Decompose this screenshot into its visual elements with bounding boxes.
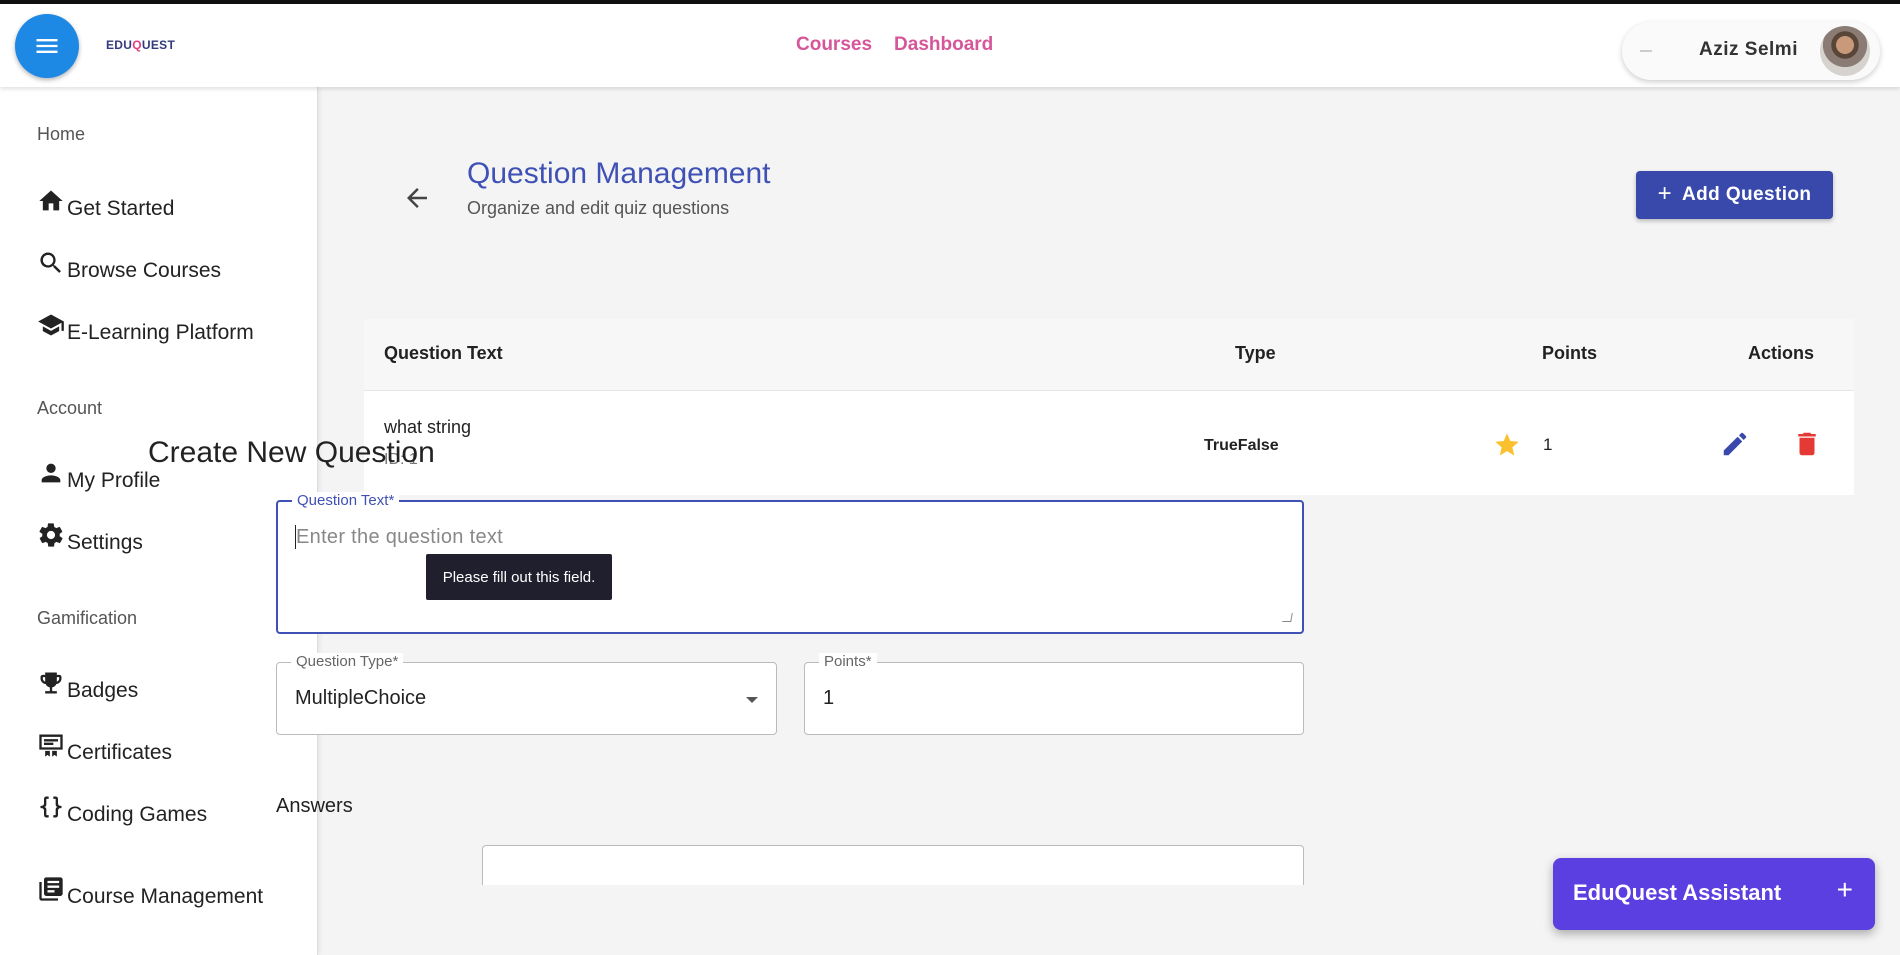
assistant-label: EduQuest Assistant — [1573, 880, 1782, 905]
nav-dashboard-link[interactable]: Dashboard — [894, 34, 993, 56]
app-logo[interactable]: EDUQUEST — [106, 38, 175, 52]
nav-courses-link[interactable]: Courses — [796, 34, 872, 56]
eduquest-assistant-button[interactable]: EduQuest Assistant + — [1553, 858, 1875, 930]
page-title: Question Management — [467, 157, 771, 190]
dropdown-arrow-icon[interactable] — [746, 697, 758, 703]
sidebar: Home Get Started Browse Courses E-Learni… — [0, 87, 318, 955]
add-question-button[interactable]: + Add Question — [1636, 171, 1833, 219]
sidebar-item-certificates[interactable]: Certificates — [37, 731, 172, 765]
column-header-question-text[interactable]: Question Text — [384, 343, 503, 364]
edit-icon[interactable] — [1720, 429, 1750, 459]
logo-q: Q — [132, 38, 142, 52]
hamburger-menu-icon — [36, 39, 58, 53]
sidebar-section-home: Home — [37, 124, 86, 144]
sidebar-item-label: Certificates — [67, 741, 173, 764]
library-books-icon — [39, 877, 63, 901]
table-row[interactable]: what string ID: 1 TrueFalse 1 — [364, 391, 1854, 495]
column-header-points[interactable]: Points — [1542, 343, 1597, 364]
sidebar-item-badges[interactable]: Badges — [37, 669, 138, 703]
points-value: 1 — [823, 687, 835, 709]
logo-suffix: UEST — [141, 38, 176, 52]
star-icon — [1495, 433, 1519, 456]
table-header: Question Text Type Points Actions — [364, 319, 1854, 391]
sidebar-section-account: Account — [37, 398, 103, 418]
user-name: Aziz Selmi — [1699, 39, 1798, 60]
sidebar-item-get-started[interactable]: Get Started — [37, 187, 174, 221]
add-question-label: Add Question — [1682, 184, 1812, 205]
points-label: Points* — [819, 653, 877, 671]
person-icon — [41, 463, 61, 483]
trophy-icon — [40, 672, 62, 694]
answer-input-field[interactable] — [482, 845, 1304, 885]
delete-icon[interactable] — [1792, 429, 1822, 459]
user-menu[interactable]: Aziz Selmi — [1622, 22, 1880, 80]
points-field[interactable]: Points* 1 — [804, 653, 1304, 735]
page-subtitle: Organize and edit quiz questions — [467, 198, 730, 218]
avatar[interactable] — [1820, 26, 1870, 76]
sidebar-item-settings[interactable]: Settings — [37, 521, 143, 555]
top-nav: Courses Dashboard — [796, 34, 993, 56]
app-header: EDUQUEST Courses Dashboard Aziz Selmi — [0, 4, 1900, 87]
logo-prefix: EDU — [106, 38, 133, 52]
questions-table: Question Text Type Points Actions what s… — [364, 319, 1854, 495]
sidebar-item-label: Badges — [67, 679, 139, 702]
code-braces-icon — [40, 796, 62, 818]
sidebar-item-course-management[interactable]: Course Management — [37, 875, 263, 909]
create-question-title: Create New Question — [148, 436, 435, 469]
search-icon — [40, 252, 61, 273]
validation-tooltip: Please fill out this field. — [426, 554, 612, 600]
sidebar-item-my-profile[interactable]: My Profile — [37, 459, 160, 493]
sidebar-item-label: My Profile — [67, 469, 161, 492]
question-text-placeholder: Enter the question text — [296, 526, 504, 548]
question-points-cell: 1 — [1543, 435, 1553, 454]
column-header-type[interactable]: Type — [1235, 343, 1276, 364]
question-text-cell: what string — [384, 417, 472, 437]
column-header-actions: Actions — [1748, 343, 1815, 363]
sidebar-section-gamification: Gamification — [37, 608, 138, 628]
school-icon — [38, 314, 64, 336]
sidebar-item-label: Browse Courses — [67, 259, 222, 282]
question-type-select[interactable]: Question Type* MultipleChoice — [276, 653, 777, 735]
sidebar-item-label: Coding Games — [67, 803, 208, 826]
sidebar-item-e-learning-platform[interactable]: E-Learning Platform — [37, 311, 254, 345]
answers-label: Answers — [276, 795, 353, 817]
plus-icon: + — [1836, 874, 1853, 905]
question-type-cell: TrueFalse — [1204, 437, 1279, 454]
user-menu-indicator — [1640, 50, 1652, 52]
back-arrow-icon[interactable] — [402, 183, 432, 213]
menu-button[interactable] — [15, 14, 79, 78]
home-icon — [39, 190, 63, 211]
sidebar-item-label: Settings — [67, 531, 143, 554]
question-text-label: Question Text* — [292, 492, 400, 510]
sidebar-item-label: E-Learning Platform — [67, 321, 254, 344]
plus-icon: + — [1657, 179, 1673, 207]
sidebar-item-label: Course Management — [67, 885, 264, 908]
gear-icon — [39, 523, 63, 547]
sidebar-item-label: Get Started — [67, 197, 175, 220]
sidebar-item-browse-courses[interactable]: Browse Courses — [37, 249, 221, 283]
sidebar-item-coding-games[interactable]: Coding Games — [37, 793, 207, 827]
resize-handle[interactable] — [1282, 613, 1293, 622]
certificate-icon — [39, 734, 63, 757]
question-type-value: MultipleChoice — [295, 687, 427, 709]
question-type-label: Question Type* — [291, 653, 404, 671]
